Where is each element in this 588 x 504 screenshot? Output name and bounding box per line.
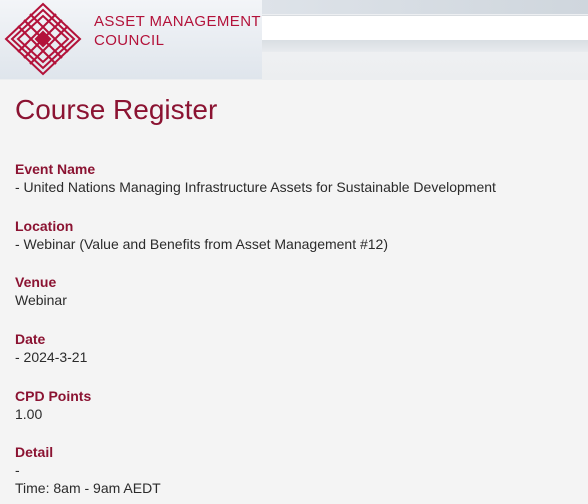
field-date: Date - 2024-3-21 xyxy=(15,330,585,366)
cpd-points-value: 1.00 xyxy=(15,406,43,422)
logo-text: ASSET MANAGEMENT COUNCIL xyxy=(94,12,261,50)
location-label: Location xyxy=(15,218,74,234)
amc-lattice-logo-icon xyxy=(4,2,82,76)
field-event-name: Event Name - United Nations Managing Inf… xyxy=(15,160,585,196)
logo[interactable]: ASSET MANAGEMENT COUNCIL xyxy=(0,0,262,79)
detail-label: Detail xyxy=(15,444,54,460)
cpd-points-label: CPD Points xyxy=(15,388,92,404)
detail-value-line-2: Time: 8am - 9am AEDT xyxy=(15,480,161,496)
page: ASSET MANAGEMENT COUNCIL Course Register… xyxy=(0,0,588,504)
banner-bar xyxy=(262,15,588,41)
field-venue: Venue Webinar xyxy=(15,273,585,309)
date-value: - 2024-3-21 xyxy=(15,349,88,365)
page-title: Course Register xyxy=(15,94,218,125)
banner-band xyxy=(262,40,588,52)
detail-value-line-1: - xyxy=(15,462,20,478)
venue-value: Webinar xyxy=(15,292,67,308)
venue-label: Venue xyxy=(15,274,57,290)
location-value: - Webinar (Value and Benefits from Asset… xyxy=(15,236,389,252)
field-detail: Detail - Time: 8am - 9am AEDT xyxy=(15,443,585,497)
event-name-label: Event Name xyxy=(15,161,96,177)
event-name-value: - United Nations Managing Infrastructure… xyxy=(15,179,496,195)
field-location: Location - Webinar (Value and Benefits f… xyxy=(15,217,585,253)
date-label: Date xyxy=(15,331,46,347)
logo-line-2: COUNCIL xyxy=(94,32,165,49)
main-content: Course Register xyxy=(15,92,585,128)
field-cpd-points: CPD Points 1.00 xyxy=(15,387,585,423)
logo-line-1: ASSET MANAGEMENT xyxy=(94,13,261,30)
